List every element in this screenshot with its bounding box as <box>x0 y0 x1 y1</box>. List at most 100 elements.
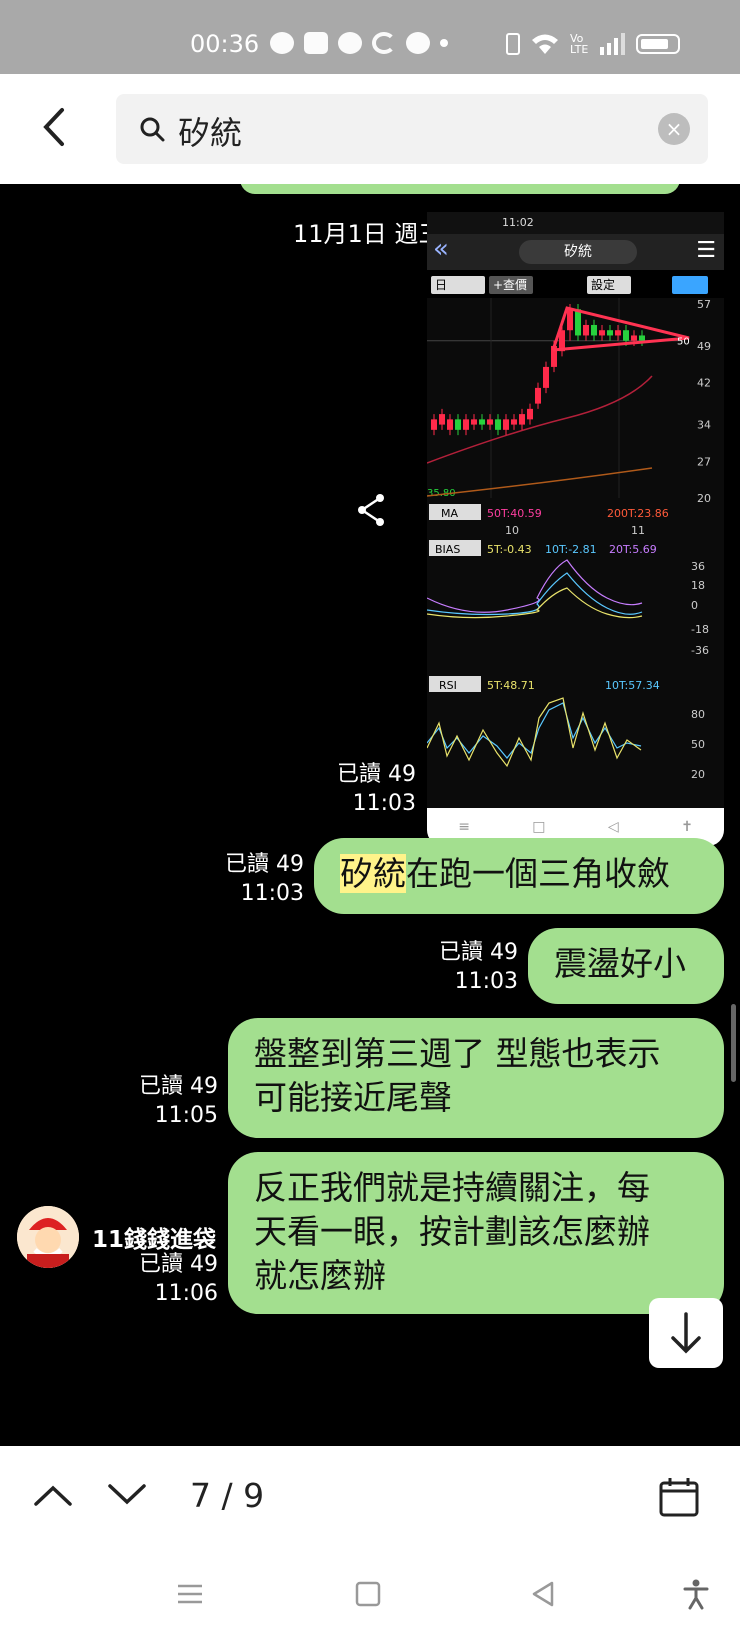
message-bubble[interactable]: 矽統在跑一個三角收斂 <box>314 838 724 914</box>
search-input[interactable]: 矽統 × <box>116 94 708 164</box>
candle-body <box>639 335 645 341</box>
home-icon[interactable] <box>352 1578 384 1610</box>
share-icon[interactable] <box>356 492 388 528</box>
next-result-button[interactable] <box>106 1480 148 1510</box>
read-receipt: 已讀 49 <box>337 762 416 787</box>
scroll-indicator[interactable] <box>731 1004 736 1082</box>
avatar[interactable] <box>17 1206 79 1268</box>
candle-body <box>479 419 485 425</box>
bias10-label: 10T:-2.81 <box>545 543 597 556</box>
tab-quote: +查價 <box>489 276 533 294</box>
rsi-tick-label: 80 <box>691 708 705 721</box>
sender-name: 11錢錢進袋 <box>92 1227 217 1253</box>
wifi-icon <box>532 34 558 54</box>
fullscreen-icon <box>672 276 708 294</box>
price-marker-label: 50 <box>677 337 690 348</box>
chat-notification-icon <box>270 32 294 54</box>
play-store-icon <box>304 32 328 54</box>
battery-icon <box>636 34 680 54</box>
candle-body <box>599 330 605 336</box>
c-app-icon <box>372 32 396 54</box>
menu-icon: ☰ <box>696 238 716 263</box>
back-icon[interactable] <box>528 1578 560 1610</box>
signal-icon <box>600 33 625 55</box>
message-bubble[interactable]: 盤整到第三週了 型態也表示 可能接近尾聲 <box>228 1018 724 1138</box>
result-counter: 7 / 9 <box>190 1476 265 1515</box>
bias5-label: 5T:-0.43 <box>487 543 532 556</box>
candle-body <box>495 419 501 430</box>
image-stock-title: 矽統 <box>519 240 637 264</box>
rsi-tick-label: 50 <box>691 738 705 751</box>
accessibility-icon[interactable] <box>680 1578 712 1610</box>
message-time: 11:05 <box>154 1103 218 1128</box>
message-bubble[interactable]: 反正我們就是持續關注，每 天看一眼，按計劃該怎麼辦 就怎麼辦 <box>228 1152 724 1314</box>
image-accessibility-icon: ✝ <box>681 819 693 835</box>
price-tick-label: 49 <box>697 340 711 353</box>
previous-message-bubble-edge <box>240 184 680 194</box>
stock-chart-svg: 57494234272035.8050MA 50T:40.59 200T:23.86… <box>427 298 724 808</box>
candle-body <box>567 309 573 331</box>
system-indicators: Vo LTE <box>506 32 680 56</box>
search-highlight: 矽統 <box>340 854 406 893</box>
candle-body <box>591 324 597 336</box>
dot-icon <box>440 39 448 47</box>
rsi-tick-label: 20 <box>691 768 705 781</box>
candle-body <box>511 419 517 425</box>
candle-body <box>607 330 613 336</box>
candle-body <box>439 414 445 425</box>
x-tick-label: 11 <box>631 524 645 537</box>
candle-body <box>455 419 461 430</box>
read-receipt: 已讀 49 <box>139 1252 218 1277</box>
chat-area[interactable]: 11月1日 週三 11:02 « 矽統 ☰ 日 +查價 設定 57 49 42 34 2… <box>0 184 740 1446</box>
notification-icons <box>270 32 448 54</box>
back-arrow-icon[interactable] <box>30 102 80 152</box>
line-icon <box>406 32 430 54</box>
price-tick-label: 42 <box>697 377 711 390</box>
price-tick-label: 34 <box>697 419 711 432</box>
read-receipt: 已讀 49 <box>139 1074 218 1099</box>
bias-label: BIAS <box>435 543 460 556</box>
message-time: 11:03 <box>352 791 416 816</box>
status-bar: 00:36 Vo LTE <box>0 0 740 74</box>
scroll-to-bottom-button[interactable] <box>649 1298 723 1368</box>
candle-body <box>519 414 525 425</box>
stock-chart-image-message[interactable]: 11:02 « 矽統 ☰ 日 +查價 設定 57 49 42 34 27 20 35.80 5… <box>427 212 724 846</box>
message-meta: 已讀 49 11:05 <box>100 1072 218 1130</box>
clear-search-button[interactable]: × <box>658 113 690 145</box>
search-icon <box>140 117 165 142</box>
message-text-line: 反正我們就是持續關注，每 <box>254 1168 650 1207</box>
volte-label: Vo LTE <box>570 32 589 56</box>
recents-icon[interactable] <box>174 1578 206 1610</box>
message-time: 11:06 <box>154 1281 218 1306</box>
candle-body <box>615 330 621 336</box>
system-navigation-bar <box>0 1546 740 1644</box>
message-time: 11:03 <box>454 969 518 994</box>
candle-body <box>575 309 581 336</box>
previous-result-button[interactable] <box>32 1480 74 1510</box>
candle-body <box>543 366 549 388</box>
status-time: 00:36 <box>190 30 260 58</box>
bias-tick-label: 36 <box>691 560 705 573</box>
image-toolbar: « 矽統 ☰ <box>427 234 724 270</box>
read-receipt: 已讀 49 <box>225 852 304 877</box>
bias20-label: 20T:5.69 <box>609 543 657 556</box>
message-text-line: 盤整到第三週了 型態也表示 <box>254 1034 661 1073</box>
vibrate-icon <box>506 33 520 55</box>
message-meta: 已讀 49 11:03 <box>190 850 304 908</box>
candle-body <box>535 387 541 404</box>
search-result-footer: 7 / 9 <box>0 1446 740 1546</box>
message-bubble[interactable]: 震盪好小 <box>528 928 724 1004</box>
calendar-icon[interactable] <box>658 1476 700 1518</box>
message-meta: 已讀 49 11:06 <box>100 1250 218 1308</box>
image-message-meta: 已讀 49 11:03 <box>300 760 416 818</box>
price-tick-label: 27 <box>697 455 711 468</box>
message-time: 11:03 <box>240 881 304 906</box>
message-text: 震盪好小 <box>554 944 686 983</box>
candle-body <box>431 419 437 430</box>
image-recents-icon: ≡ <box>458 819 470 835</box>
search-query[interactable]: 矽統 <box>178 108 242 154</box>
app-notification-icon <box>338 32 362 54</box>
tab-day: 日 <box>431 276 485 294</box>
price-tick-label: 57 <box>697 298 711 311</box>
candle-body <box>447 419 453 430</box>
